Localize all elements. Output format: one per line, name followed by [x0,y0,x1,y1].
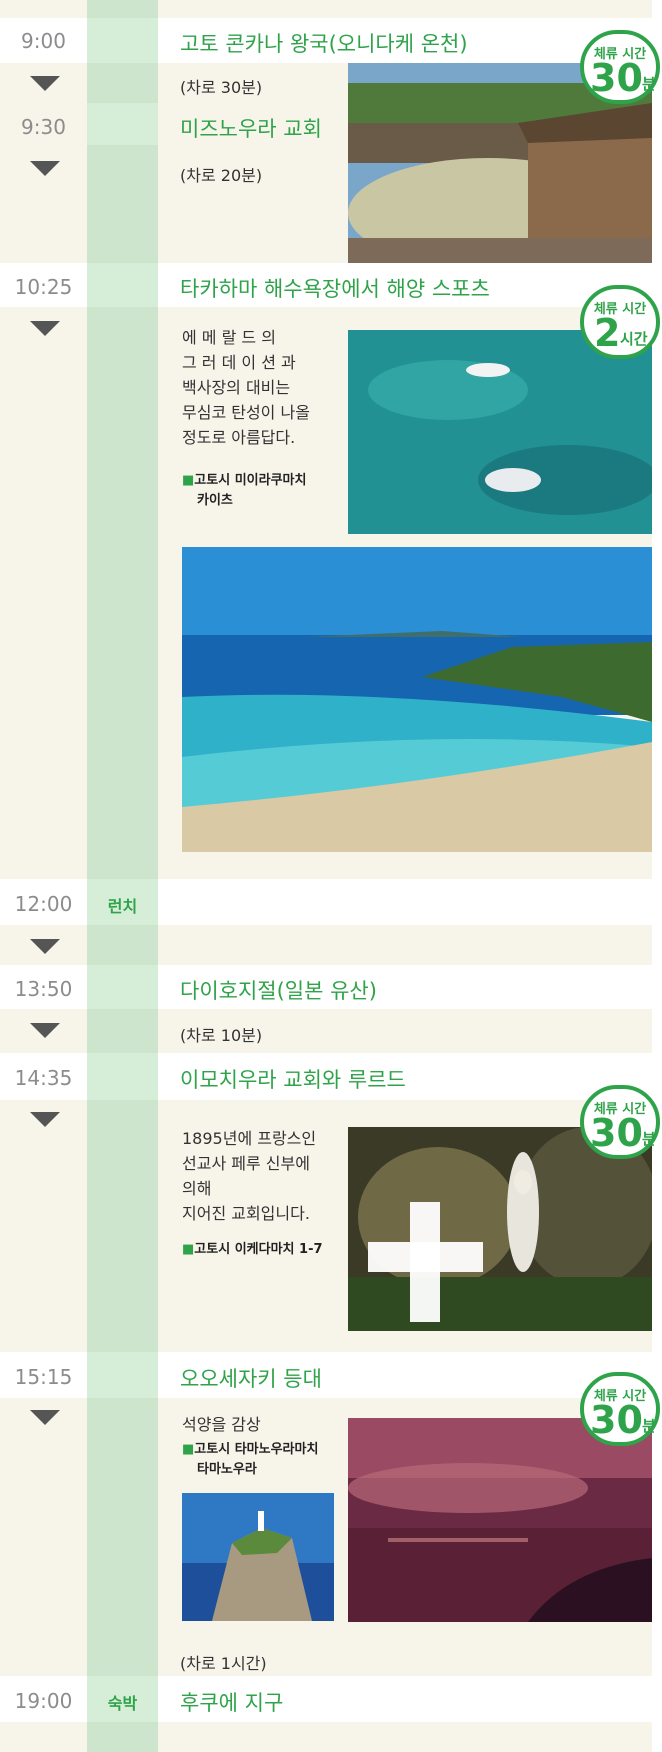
down-arrow-icon [30,321,60,336]
snorkel-photo [348,330,652,534]
stop-title: 고토 콘카나 왕국(오니다케 온천) [180,32,468,56]
transit-note: (차로 10분) [180,1026,263,1045]
stop-description: 1895년에 프랑스인 선교사 페루 신부에 의해 지어진 교회입니다. [182,1129,317,1223]
stop-title: 미즈노우라 교회 [180,117,322,141]
stop-title: 이모치우라 교회와 루르드 [180,1068,406,1092]
schedule-row-1515: 15:15 오오세자키 등대 [0,1352,652,1398]
time-label: 9:00 [21,29,66,53]
stop-address: ■고토시 미이라쿠마치 카이츠 [182,473,307,508]
stop-title: 다이호지절(일본 유산) [180,979,377,1003]
lighthouse-photo [182,1493,334,1621]
down-arrow-icon [30,1410,60,1425]
schedule-row-1025: 10:25 타카하마 해수욕장에서 해양 스포츠 [0,263,652,307]
top-strip [0,0,652,18]
transit-note: (차로 20분) [180,166,263,185]
time-label: 15:15 [14,1365,73,1389]
stop-description: 석양을 감상 [182,1415,261,1434]
transit-row: (차로 10분) [0,1009,652,1053]
schedule-row-1435: 14:35 이모치우라 교회와 루르드 [0,1053,652,1100]
stop-address: ■고토시 이케다마치 1-7 [182,1242,323,1257]
sunset-photo [348,1418,652,1622]
transit-note: (차로 30분) [180,78,263,97]
time-label: 14:35 [14,1066,73,1090]
time-label: 10:25 [14,275,73,299]
transit-row [0,925,652,965]
stop-title: 오오세자키 등대 [180,1367,322,1391]
down-arrow-icon [30,161,60,176]
stay-time-badge: 체류 시간 30 분 [580,30,660,104]
down-arrow-icon [30,1112,60,1127]
lunch-tag: 런치 [107,897,138,916]
schedule-row-1200: 12:00 런치 [0,879,652,925]
schedule-row-0900: 9:00 고토 콘카나 왕국(오니다케 온천) [0,18,652,63]
time-label: 13:50 [14,977,73,1001]
down-arrow-icon [30,939,60,954]
stop-title: 후쿠에 지구 [180,1691,284,1715]
down-arrow-icon [30,76,60,91]
beach-photo [182,547,652,852]
stay-time-badge: 체류 시간 2 시간 [580,285,660,359]
stay-time-badge: 체류 시간 30 분 [580,1085,660,1159]
time-label: 9:30 [21,115,66,139]
stay-time-badge: 체류 시간 30 분 [580,1372,660,1446]
schedule-row-1350: 13:50 다이호지절(일본 유산) [0,965,652,1009]
stop-title: 타카하마 해수욕장에서 해양 스포츠 [180,277,490,301]
stop-description: 에 메 랄 드 의 그 러 데 이 션 과 백사장의 대비는 무심코 탄성이 나… [182,328,310,447]
down-arrow-icon [30,1023,60,1038]
lodging-tag: 숙박 [107,1694,138,1713]
stop-address: ■고토시 타마노우라마치 타마노우라 [182,1442,319,1477]
time-label: 12:00 [14,892,73,916]
schedule-row-1900: 19:00 숙박 후쿠에 지구 [0,1676,652,1722]
bottom-strip [0,1722,652,1752]
transit-note: (차로 1시간) [180,1654,267,1673]
time-label: 19:00 [14,1689,73,1713]
